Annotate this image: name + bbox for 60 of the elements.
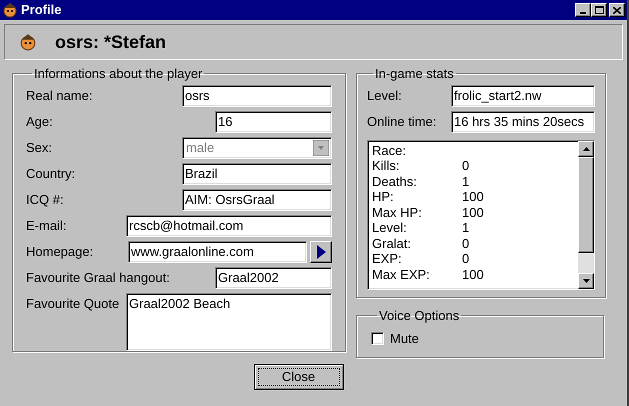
- text-field[interactable]: Brazil: [182, 162, 332, 184]
- stat-name: Level:: [372, 220, 408, 236]
- caret-icon: [313, 140, 329, 156]
- field-label: Real name:: [26, 87, 92, 106]
- maximize-icon: [594, 6, 604, 14]
- down-arrow-icon: [582, 278, 590, 282]
- close-button[interactable]: [609, 3, 625, 17]
- close-icon: [613, 6, 621, 14]
- text-field[interactable]: frolic_start2.nw: [451, 84, 595, 106]
- stat-name: Gralat:: [372, 236, 412, 251]
- url-field[interactable]: www.graalonline.com: [128, 240, 307, 262]
- app-icon: [2, 2, 18, 18]
- field-label: Online time:: [367, 112, 436, 131]
- window-title: Profile: [21, 1, 62, 20]
- text-field[interactable]: osrs: [182, 84, 332, 106]
- scrollbar[interactable]: [578, 140, 594, 288]
- mute-checkbox[interactable]: [371, 332, 384, 345]
- text-field[interactable]: rcscb@hotmail.com: [126, 214, 332, 236]
- stat-value: 100: [462, 204, 484, 220]
- player-icon: [19, 33, 37, 51]
- text-field[interactable]: AIM: OsrsGraal: [182, 188, 332, 210]
- stat-value: 100: [462, 266, 484, 282]
- minimize-button[interactable]: [575, 3, 591, 17]
- maximize-button[interactable]: [591, 3, 607, 17]
- stat-name: Max EXP:: [372, 266, 431, 282]
- field-label: ICQ #:: [26, 191, 64, 210]
- field-label: Favourite Graal hangout:: [26, 269, 170, 288]
- stat-name: Race:: [372, 142, 407, 158]
- field-label: Level:: [367, 86, 402, 105]
- stat-name: Max HP:: [372, 204, 423, 220]
- stat-name: Deaths:: [372, 174, 418, 189]
- up-arrow-icon: [582, 146, 590, 150]
- dialog-button[interactable]: Close: [254, 364, 344, 390]
- stat-value: 0: [462, 251, 470, 266]
- text-field[interactable]: 16: [215, 110, 332, 132]
- stat-name: HP:: [372, 189, 395, 204]
- stat-value: 0: [462, 236, 470, 251]
- field-label: Age:: [26, 113, 53, 132]
- field-label: Country:: [26, 165, 76, 184]
- group-title: Voice Options: [378, 307, 460, 325]
- checkbox-label: Mute: [390, 330, 419, 348]
- stat-name: EXP:: [372, 251, 403, 266]
- quote-field[interactable]: Graal2002 Beach: [126, 292, 332, 350]
- stat-name: Kills:: [372, 158, 400, 174]
- minimize-icon: [580, 12, 586, 14]
- field-label: Homepage:: [26, 243, 94, 262]
- play-arrow-icon: [316, 244, 326, 258]
- stat-value: 100: [462, 189, 484, 204]
- field-label: E-mail:: [26, 217, 66, 236]
- text-field[interactable]: 16 hrs 35 mins 20secs: [451, 110, 595, 132]
- stat-value: 1: [462, 220, 470, 236]
- group-title: Informations about the player: [33, 65, 204, 83]
- player-name: osrs: *Stefan: [55, 30, 166, 54]
- go-button[interactable]: [310, 240, 332, 262]
- group-title: In-game stats: [374, 65, 455, 83]
- text-field[interactable]: Graal2002: [215, 266, 332, 288]
- field-label: Sex:: [26, 139, 52, 158]
- stat-value: 0: [462, 158, 470, 174]
- field-label: Favourite Quote: [26, 294, 120, 312]
- stat-value: 1: [462, 174, 470, 189]
